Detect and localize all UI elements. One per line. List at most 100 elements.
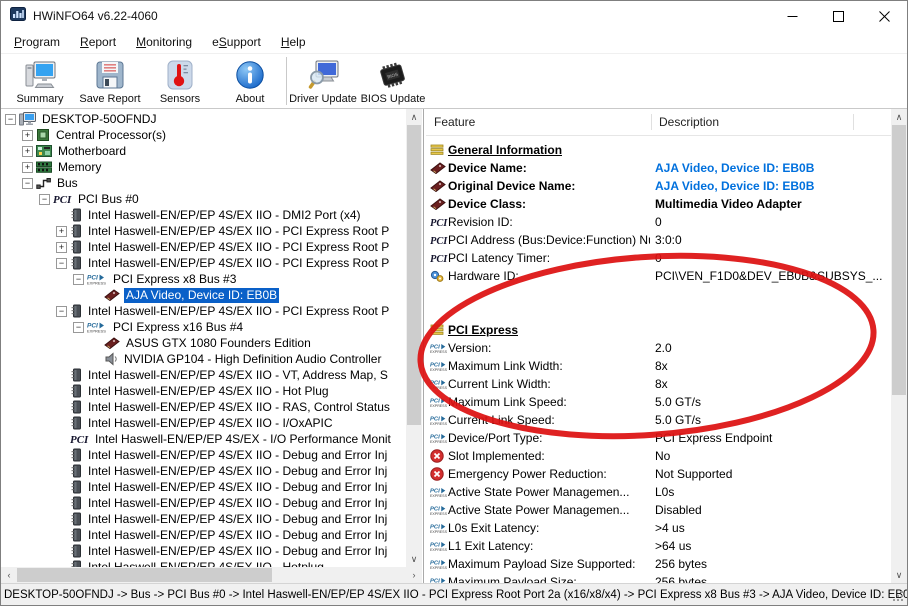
- feature-row[interactable]: PCIEXPRESSCurrent Link Width:8x: [426, 375, 891, 393]
- tree-horizontal-scrollbar[interactable]: ‹ ›: [1, 567, 422, 583]
- menu-item-report[interactable]: Report: [70, 33, 126, 51]
- tree-item[interactable]: PCIIntel Haswell-EN/EP/EP 4S/EX - I/O Pe…: [1, 431, 406, 447]
- scroll-down-icon[interactable]: ∨: [406, 551, 422, 567]
- feature-row[interactable]: PCIEXPRESSVersion:2.0: [426, 339, 891, 357]
- collapse-toggle[interactable]: −: [39, 194, 50, 205]
- tree-item[interactable]: Intel Haswell-EN/EP/EP 4S/EX IIO - Debug…: [1, 463, 406, 479]
- close-button[interactable]: [861, 1, 907, 31]
- feature-row[interactable]: PCIEXPRESSDevice/Port Type:PCI Express E…: [426, 429, 891, 447]
- expand-toggle[interactable]: +: [22, 162, 33, 173]
- maximize-button[interactable]: [815, 1, 861, 31]
- feature-row[interactable]: PCIEXPRESSMaximum Payload Size Supported…: [426, 555, 891, 573]
- tree-item[interactable]: −Intel Haswell-EN/EP/EP 4S/EX IIO - PCI …: [1, 255, 406, 271]
- feature-row[interactable]: PCIEXPRESSMaximum Link Width:8x: [426, 357, 891, 375]
- minimize-button[interactable]: [769, 1, 815, 31]
- feature-row[interactable]: Device Class:Multimedia Video Adapter: [426, 195, 891, 213]
- scroll-down-icon[interactable]: ∨: [891, 567, 907, 583]
- tree-item[interactable]: NVIDIA GP104 - High Definition Audio Con…: [1, 351, 406, 367]
- expand-toggle[interactable]: +: [22, 130, 33, 141]
- save-report-button[interactable]: Save Report: [75, 54, 145, 108]
- tree-item[interactable]: Intel Haswell-EN/EP/EP 4S/EX IIO - Debug…: [1, 543, 406, 559]
- feature-row[interactable]: PCIEXPRESSL1 Exit Latency:>64 us: [426, 537, 891, 555]
- tree-item[interactable]: Intel Haswell-EN/EP/EP 4S/EX IIO - RAS, …: [1, 399, 406, 415]
- feature-row[interactable]: PCIEXPRESSActive State Power Managemen..…: [426, 501, 891, 519]
- expand-toggle[interactable]: +: [56, 226, 67, 237]
- feature-row[interactable]: Device Name:AJA Video, Device ID: EB0B: [426, 159, 891, 177]
- collapse-toggle[interactable]: −: [56, 258, 67, 269]
- tree-item[interactable]: Intel Haswell-EN/EP/EP 4S/EX IIO - I/OxA…: [1, 415, 406, 431]
- feature-row[interactable]: Slot Implemented:No: [426, 447, 891, 465]
- feature-row[interactable]: Hardware ID:PCI\VEN_F1D0&DEV_EB0B&SUBSYS…: [426, 267, 891, 285]
- tree-item[interactable]: −PCIEXPRESSPCI Express x8 Bus #3: [1, 271, 406, 287]
- expand-toggle[interactable]: +: [22, 146, 33, 157]
- feature-row[interactable]: PCIEXPRESSActive State Power Managemen..…: [426, 483, 891, 501]
- tree-vscroll-thumb[interactable]: [407, 125, 421, 425]
- tree-item[interactable]: −Bus: [1, 175, 406, 191]
- feature-label: Maximum Payload Size:: [448, 575, 650, 583]
- menu-item-esupport[interactable]: eSupport: [202, 33, 271, 51]
- column-divider[interactable]: [651, 114, 652, 130]
- scroll-left-icon[interactable]: ‹: [1, 567, 17, 583]
- tree-item[interactable]: Intel Haswell-EN/EP/EP 4S/EX IIO - Debug…: [1, 447, 406, 463]
- feature-row[interactable]: PCIPCI Latency Timer:0: [426, 249, 891, 267]
- menu-item-help[interactable]: Help: [271, 33, 316, 51]
- tree-item[interactable]: +Memory: [1, 159, 406, 175]
- tree-item[interactable]: Intel Haswell-EN/EP/EP 4S/EX IIO - Debug…: [1, 511, 406, 527]
- tree-item[interactable]: Intel Haswell-EN/EP/EP 4S/EX IIO - Hotpl…: [1, 559, 406, 567]
- details-vertical-scrollbar[interactable]: ∧ ∨: [891, 109, 907, 583]
- tree-item[interactable]: Intel Haswell-EN/EP/EP 4S/EX IIO - Hot P…: [1, 383, 406, 399]
- tree-item[interactable]: +Intel Haswell-EN/EP/EP 4S/EX IIO - PCI …: [1, 239, 406, 255]
- feature-row[interactable]: PCIRevision ID:0: [426, 213, 891, 231]
- tree-vertical-scrollbar[interactable]: ∧ ∨: [406, 109, 422, 567]
- menu-item-program[interactable]: Program: [4, 33, 70, 51]
- tree-item[interactable]: −DESKTOP-50OFNDJ: [1, 111, 406, 127]
- tree-item[interactable]: Intel Haswell-EN/EP/EP 4S/EX IIO - Debug…: [1, 495, 406, 511]
- tree-item[interactable]: −Intel Haswell-EN/EP/EP 4S/EX IIO - PCI …: [1, 303, 406, 319]
- tree-item[interactable]: Intel Haswell-EN/EP/EP 4S/EX IIO - DMI2 …: [1, 207, 406, 223]
- feature-row[interactable]: PCIPCI Address (Bus:Device:Function) Nu.…: [426, 231, 891, 249]
- collapse-toggle[interactable]: −: [5, 114, 16, 125]
- section-row[interactable]: PCI Express: [426, 321, 891, 339]
- feature-row[interactable]: PCIEXPRESSMaximum Link Speed:5.0 GT/s: [426, 393, 891, 411]
- driver-update-button[interactable]: Driver Update: [288, 54, 358, 108]
- feature-label: PCI Address (Bus:Device:Function) Nu...: [448, 233, 650, 247]
- menu-item-monitoring[interactable]: Monitoring: [126, 33, 202, 51]
- scroll-up-icon[interactable]: ∧: [891, 109, 907, 125]
- tree-item[interactable]: −PCIPCI Bus #0: [1, 191, 406, 207]
- details-vscroll-thumb[interactable]: [892, 125, 906, 395]
- section-row[interactable]: General Information: [426, 141, 891, 159]
- scroll-right-icon[interactable]: ›: [406, 567, 422, 583]
- feature-row[interactable]: Emergency Power Reduction:Not Supported: [426, 465, 891, 483]
- toolbar-button-label: Summary: [16, 93, 63, 105]
- tree-item[interactable]: Intel Haswell-EN/EP/EP 4S/EX IIO - VT, A…: [1, 367, 406, 383]
- tree-item[interactable]: Intel Haswell-EN/EP/EP 4S/EX IIO - Debug…: [1, 479, 406, 495]
- tree-item[interactable]: AJA Video, Device ID: EB0B: [1, 287, 406, 303]
- tree-item[interactable]: +Motherboard: [1, 143, 406, 159]
- feature-row[interactable]: PCIEXPRESSL0s Exit Latency:>4 us: [426, 519, 891, 537]
- tree-item[interactable]: −PCIEXPRESSPCI Express x16 Bus #4: [1, 319, 406, 335]
- summary-button[interactable]: Summary: [5, 54, 75, 108]
- column-divider[interactable]: [853, 114, 854, 130]
- about-button[interactable]: About: [215, 54, 285, 108]
- tree-item[interactable]: Intel Haswell-EN/EP/EP 4S/EX IIO - Debug…: [1, 527, 406, 543]
- sensors-button[interactable]: Sensors: [145, 54, 215, 108]
- scroll-up-icon[interactable]: ∧: [406, 109, 422, 125]
- tree-item[interactable]: ASUS GTX 1080 Founders Edition: [1, 335, 406, 351]
- feature-row[interactable]: PCIEXPRESSCurrent Link Speed:5.0 GT/s: [426, 411, 891, 429]
- bios-update-button[interactable]: BIOSBIOS Update: [358, 54, 428, 108]
- collapse-toggle[interactable]: −: [56, 306, 67, 317]
- collapse-toggle[interactable]: −: [73, 274, 84, 285]
- column-header-description[interactable]: Description: [659, 109, 719, 135]
- device-tree: −DESKTOP-50OFNDJ+Central Processor(s)+Mo…: [1, 109, 406, 567]
- column-header-feature[interactable]: Feature: [434, 109, 475, 135]
- expand-toggle[interactable]: +: [56, 242, 67, 253]
- resize-grip[interactable]: [892, 590, 904, 602]
- tree-item[interactable]: +Central Processor(s): [1, 127, 406, 143]
- collapse-toggle[interactable]: −: [73, 322, 84, 333]
- card-icon: [104, 337, 120, 349]
- feature-row[interactable]: Original Device Name:AJA Video, Device I…: [426, 177, 891, 195]
- collapse-toggle[interactable]: −: [22, 178, 33, 189]
- tree-item[interactable]: +Intel Haswell-EN/EP/EP 4S/EX IIO - PCI …: [1, 223, 406, 239]
- tree-hscroll-thumb[interactable]: [17, 568, 272, 582]
- feature-row[interactable]: PCIEXPRESSMaximum Payload Size:256 bytes: [426, 573, 891, 583]
